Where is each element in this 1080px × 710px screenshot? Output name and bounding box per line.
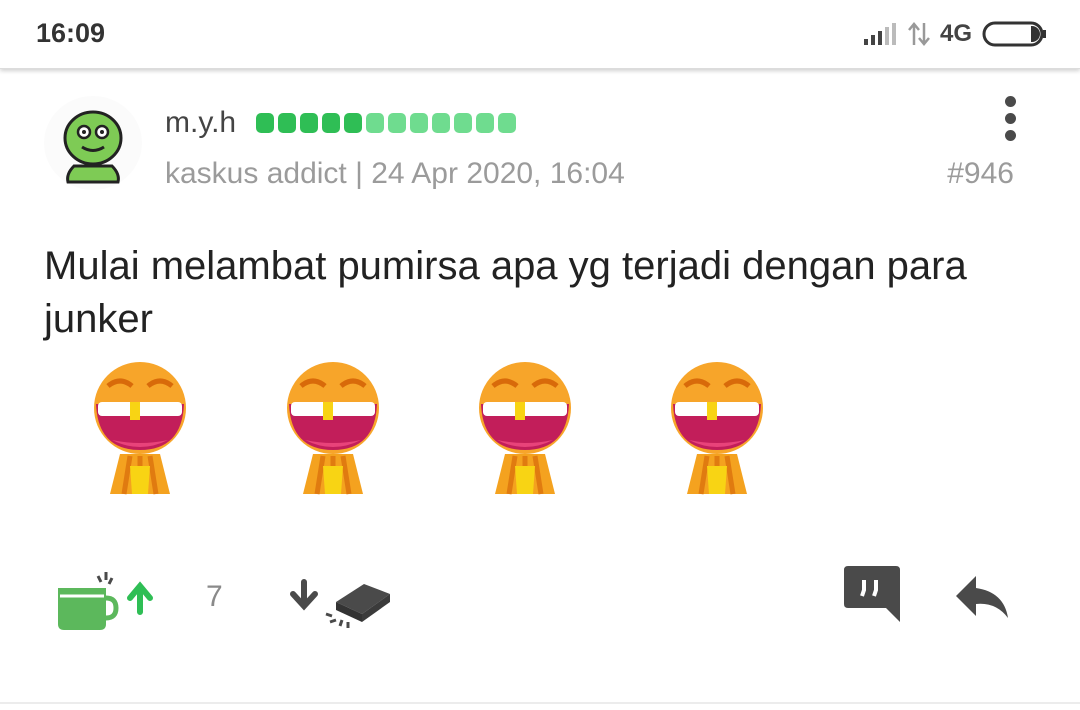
reputation-pip xyxy=(410,113,428,133)
reputation-pip xyxy=(388,113,406,133)
post-date: 24 Apr 2020, 16:04 xyxy=(371,157,625,190)
reputation-pip xyxy=(322,113,340,133)
meta-separator: | xyxy=(355,157,363,190)
reputation-pip xyxy=(498,113,516,133)
signal-icon xyxy=(863,23,896,45)
reputation-pip xyxy=(256,113,274,133)
arrow-down-icon xyxy=(290,579,318,611)
reputation-pip xyxy=(300,113,318,133)
arrow-up-icon xyxy=(127,581,153,615)
more-options-icon[interactable] xyxy=(998,96,1022,144)
reply-button[interactable] xyxy=(954,574,1012,620)
reputation-pip xyxy=(432,113,450,133)
username[interactable]: m.y.h xyxy=(165,106,236,140)
laugh-emoticon-icon xyxy=(479,362,571,495)
quote-button[interactable] xyxy=(842,566,902,624)
reputation-pip xyxy=(366,113,384,133)
laugh-emoticon-icon xyxy=(94,362,186,495)
cendol-cup-icon xyxy=(58,572,119,630)
reputation-pip xyxy=(454,113,472,133)
status-icons: 4G xyxy=(863,18,1048,50)
avatar[interactable] xyxy=(44,96,142,190)
reputation-pip xyxy=(476,113,494,133)
data-transfer-icon xyxy=(908,22,930,46)
network-type: 4G xyxy=(939,20,972,47)
avatar-smiley-icon xyxy=(63,110,123,184)
user-rank: kaskus addict xyxy=(165,157,347,190)
reply-arrow-icon xyxy=(956,576,1008,618)
post-number[interactable]: #946 xyxy=(947,157,1014,191)
status-time: 16:09 xyxy=(36,18,106,48)
post-divider xyxy=(0,702,1080,704)
post-content: Mulai melambat pumirsa apa yg terjadi de… xyxy=(44,244,967,341)
battery-icon xyxy=(982,21,1046,47)
post-actions: 7 xyxy=(0,566,1080,646)
quote-bubble-icon xyxy=(844,566,900,622)
status-bar: 16:09 4G xyxy=(0,0,1080,69)
laugh-emoticon-icon xyxy=(287,362,379,495)
laugh-emoticon-icon xyxy=(671,362,763,495)
vote-count: 7 xyxy=(206,580,223,613)
reputation-pip xyxy=(278,113,296,133)
post-meta: kaskus addict | 24 Apr 2020, 16:04 xyxy=(165,157,625,191)
cendol-upvote-button[interactable] xyxy=(54,566,164,636)
bata-downvote-button[interactable] xyxy=(284,572,396,636)
reputation-pip xyxy=(344,113,362,133)
reputation-bar xyxy=(256,113,516,133)
brick-icon xyxy=(325,584,390,628)
